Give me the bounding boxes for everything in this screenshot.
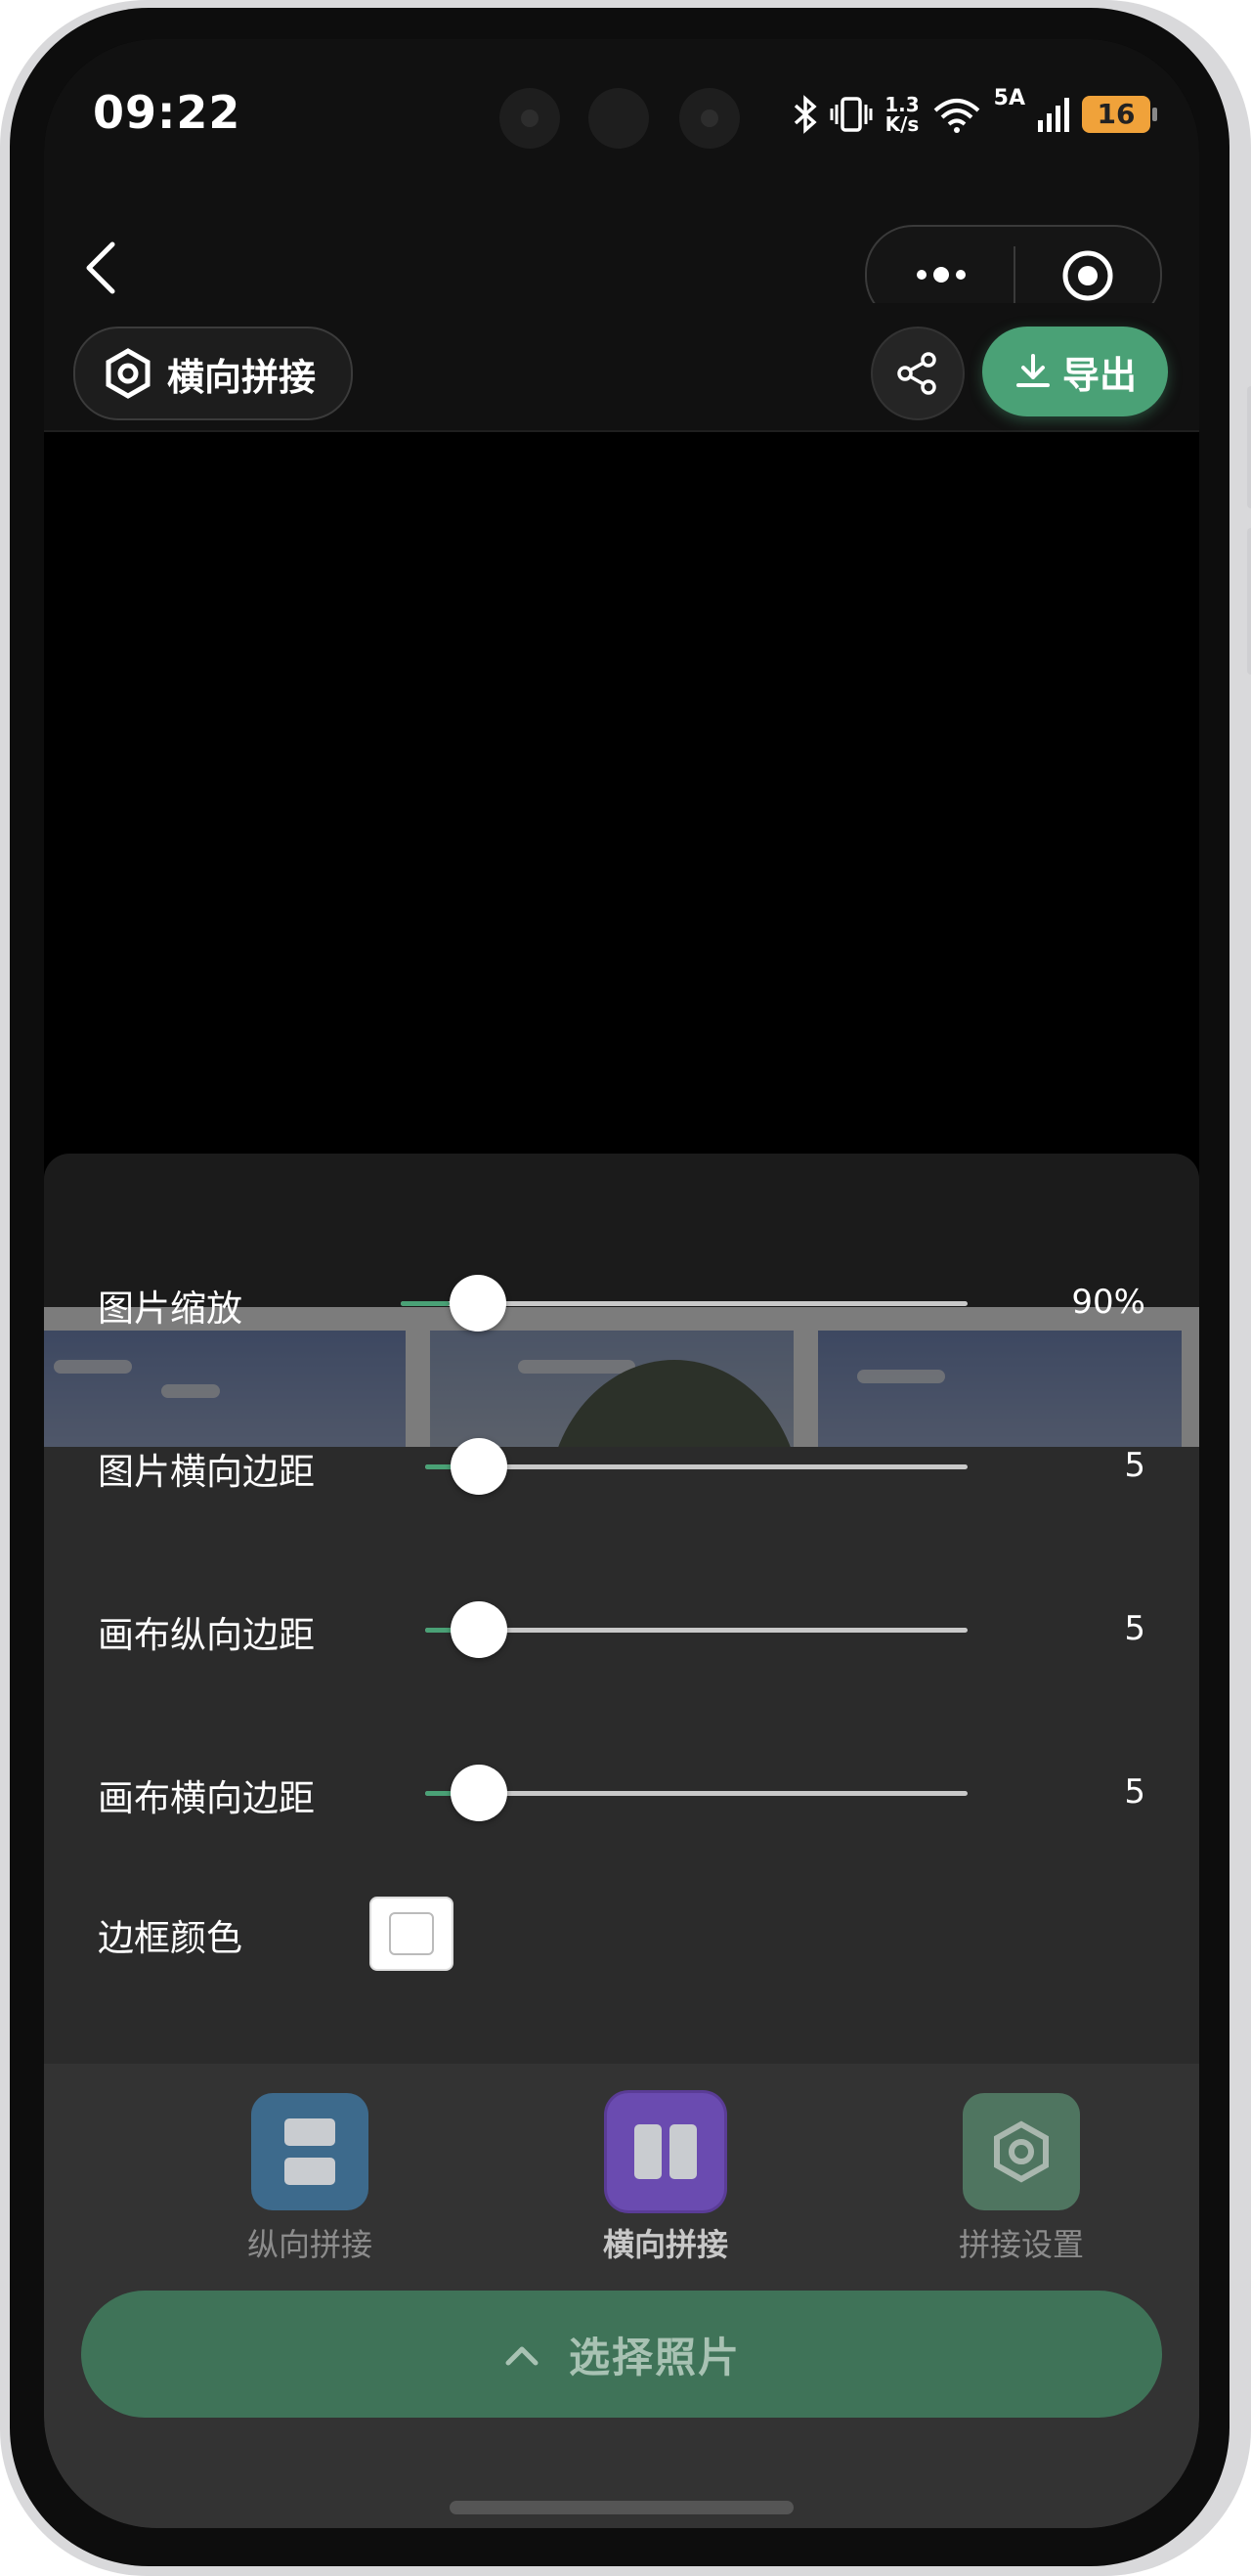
slider-value: 90% [1071,1283,1145,1322]
tab-stitch-settings[interactable]: 拼接设置 [904,2093,1139,2265]
slider-value: 5 [1124,1609,1145,1648]
border-color-swatch[interactable] [369,1897,453,1971]
slider-row-canvas-h-margin: 画布横向边距 5 [98,1753,1145,1831]
export-button[interactable]: 导出 [982,327,1168,416]
mode-label: 横向拼接 [167,355,317,399]
tab-vertical-stitch[interactable]: 纵向拼接 [193,2093,427,2265]
volume-up-button [1247,386,1251,508]
slider-track[interactable] [401,1275,968,1332]
settings-hexagon-icon [963,2093,1080,2210]
more-icon[interactable] [902,250,980,299]
slider-row-image-scale: 图片缩放 90% [98,1263,1145,1341]
border-color-row: 边框颜色 [98,1897,1145,1975]
slider-label: 画布横向边距 [98,1777,315,1819]
horizontal-stitch-icon [607,2093,724,2210]
home-indicator[interactable] [450,2501,794,2514]
border-color-label: 边框颜色 [98,1917,242,1959]
bottom-tab-bar: 纵向拼接 横向拼接 拼接设置 选择照片 [44,2064,1199,2528]
front-camera-icon [588,88,649,149]
share-icon [897,352,936,395]
export-label: 导出 [1061,353,1137,397]
vibrate-icon [830,97,873,132]
share-button[interactable] [871,327,965,420]
status-time: 09:22 [93,86,241,139]
close-target-icon[interactable] [1058,246,1117,305]
status-bar: 09:22 1.3 K/s 5A 16 [44,39,1199,186]
slider-thumb[interactable] [450,1275,506,1332]
signal-label: 5A [993,86,1025,110]
select-photos-button[interactable]: 选择照片 [81,2291,1162,2418]
select-photos-label: 选择照片 [568,2333,741,2381]
status-icons: 1.3 K/s 5A 16 [793,86,1157,139]
camera-icon [679,88,740,149]
download-icon [1015,354,1050,387]
battery-icon: 16 [1082,96,1157,133]
slider-row-canvas-v-margin: 画布纵向边距 5 [98,1590,1145,1668]
volume-down-button [1247,528,1251,675]
tab-label: 纵向拼接 [246,2226,372,2263]
slider-fill [401,1301,450,1306]
slider-label: 图片缩放 [98,1288,242,1330]
mode-button[interactable]: 横向拼接 [73,327,354,420]
tab-label: 拼接设置 [958,2226,1084,2263]
slider-value: 5 [1124,1446,1145,1485]
slider-row-image-h-margin: 图片横向边距 5 [98,1426,1145,1505]
toolbar: 横向拼接 导出 [44,303,1199,432]
back-icon[interactable] [73,239,132,297]
signal-icon [1038,98,1069,132]
slider-thumb[interactable] [451,1601,507,1658]
wifi-icon [933,99,980,133]
slider-track[interactable] [425,1438,968,1495]
slider-value: 5 [1124,1772,1145,1812]
tab-label: 横向拼接 [602,2226,728,2263]
tab-horizontal-stitch[interactable]: 横向拼接 [548,2093,783,2265]
bluetooth-icon [795,95,817,134]
slider-thumb[interactable] [451,1765,507,1821]
network-speed: 1.3 K/s [884,93,920,136]
slider-track[interactable] [425,1765,968,1821]
slider-label: 画布纵向边距 [98,1614,315,1656]
slider-label: 图片横向边距 [98,1451,315,1493]
capsule-divider [1014,246,1015,303]
slider-track[interactable] [425,1601,968,1658]
screen: 09:22 1.3 K/s 5A 16 横向拼接 导出 图片缩放 90% 图片横… [44,39,1199,2528]
vertical-stitch-icon [251,2093,368,2210]
slider-thumb[interactable] [451,1438,507,1495]
camera-icon [499,88,560,149]
chevron-up-icon [505,2346,539,2366]
hexagon-settings-icon [106,348,151,399]
